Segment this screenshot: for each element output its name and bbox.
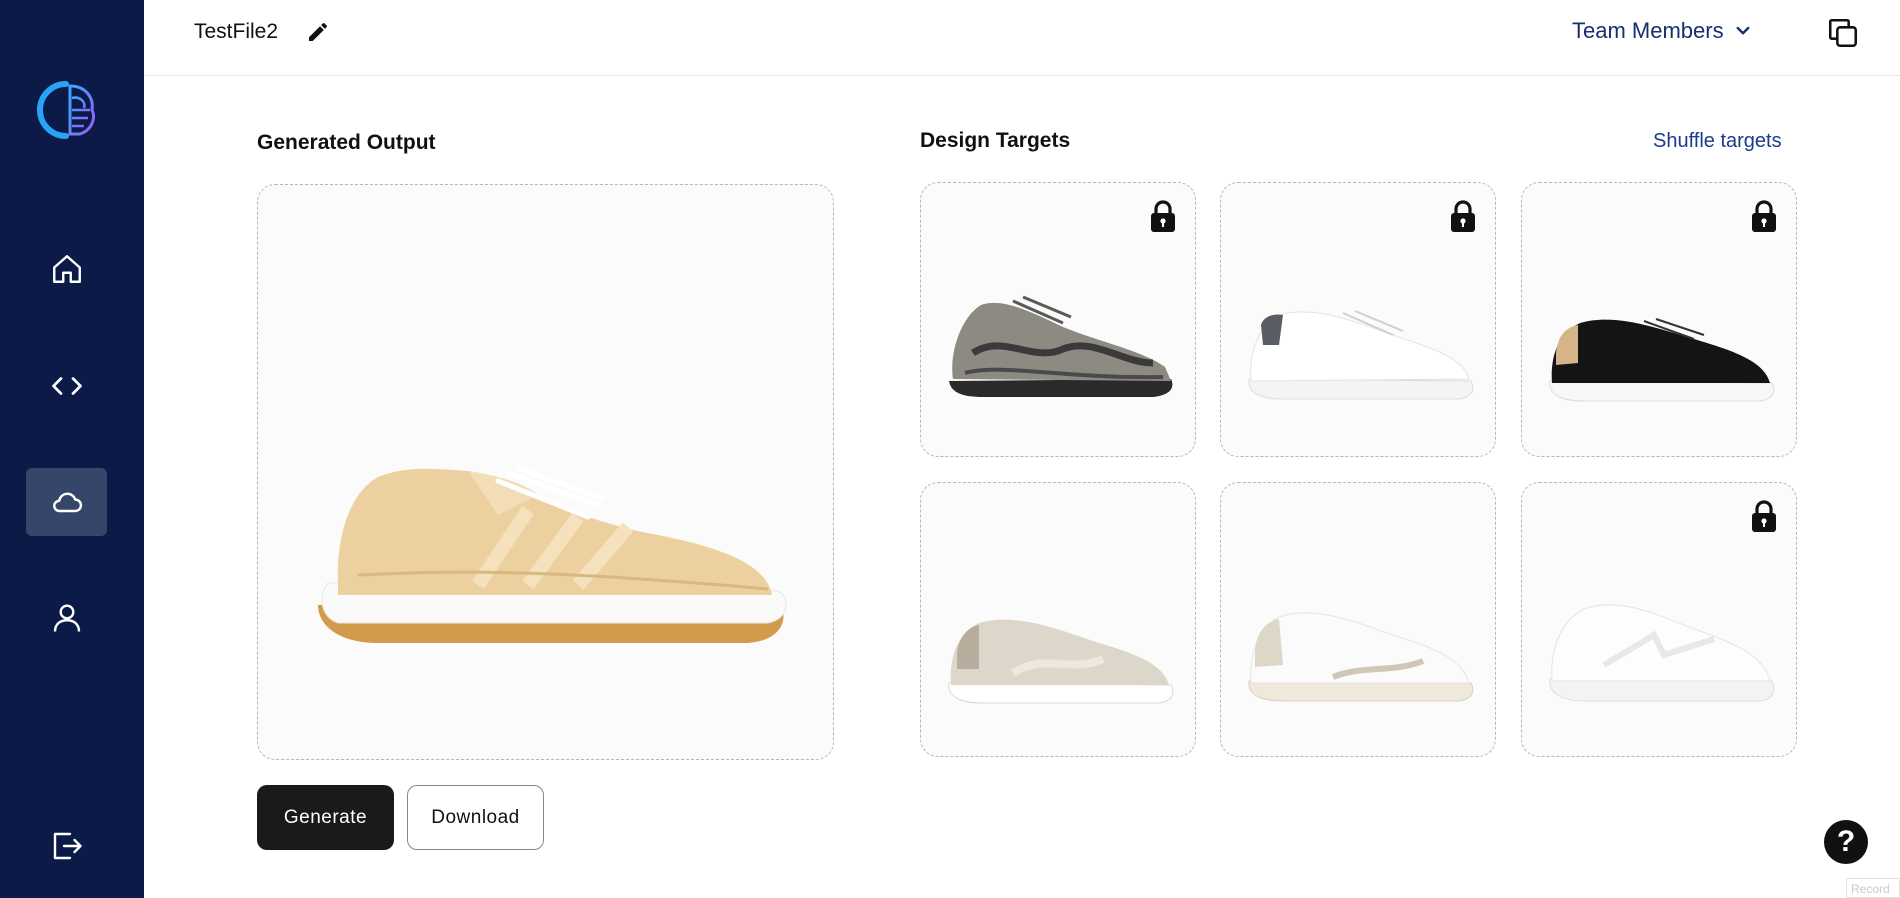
beige-suede-sneaker-image [948, 619, 1174, 704]
design-target-card[interactable] [1220, 482, 1496, 757]
top-header: TestFile2 Team Members [144, 0, 1900, 76]
black-sneaker-image [1549, 318, 1775, 402]
copy-icon[interactable] [1826, 16, 1860, 50]
logout-icon [53, 832, 82, 860]
help-button[interactable]: ? [1824, 820, 1868, 864]
design-target-card[interactable] [1220, 182, 1496, 457]
home-icon [52, 255, 81, 283]
sidebar-item-code[interactable] [26, 352, 107, 420]
record-label: Record [1846, 878, 1900, 898]
lock-icon[interactable] [1750, 199, 1778, 233]
cloud-icon [52, 492, 82, 513]
sidebar-item-cloud[interactable] [26, 468, 107, 536]
generated-output-title: Generated Output [257, 131, 436, 154]
lock-icon[interactable] [1149, 199, 1177, 233]
download-button[interactable]: Download [407, 785, 544, 850]
team-members-label: Team Members [1572, 18, 1724, 43]
sidebar-item-logout[interactable] [26, 812, 107, 880]
sidebar-item-home[interactable] [26, 235, 107, 303]
code-icon [51, 377, 82, 395]
design-target-card[interactable] [920, 482, 1196, 757]
white-sneaker-image [1248, 310, 1474, 400]
brand-logo-icon [37, 81, 95, 139]
white-glitter-sneaker-image [1248, 612, 1474, 702]
design-targets-title: Design Targets [920, 129, 1071, 152]
file-name: TestFile2 [194, 20, 279, 43]
shuffle-targets-button[interactable]: Shuffle targets [1653, 130, 1782, 153]
sidebar-item-profile[interactable] [26, 584, 107, 652]
design-target-card[interactable] [1521, 182, 1797, 457]
team-members-dropdown[interactable]: Team Members [1572, 18, 1752, 44]
sidebar [0, 0, 144, 898]
design-target-card[interactable] [920, 182, 1196, 457]
lock-icon[interactable] [1449, 199, 1477, 233]
beige-sneaker-image [318, 466, 787, 643]
white-court-sneaker-image [1549, 604, 1775, 702]
edit-pencil-icon[interactable] [306, 20, 330, 44]
chevron-down-icon [1736, 26, 1750, 35]
lock-icon[interactable] [1750, 499, 1778, 533]
design-target-card[interactable] [1521, 482, 1797, 757]
user-icon [53, 604, 80, 632]
generated-output-image [257, 184, 834, 760]
generate-button[interactable]: Generate [257, 785, 394, 850]
grey-chunky-sneaker-image [949, 295, 1173, 397]
